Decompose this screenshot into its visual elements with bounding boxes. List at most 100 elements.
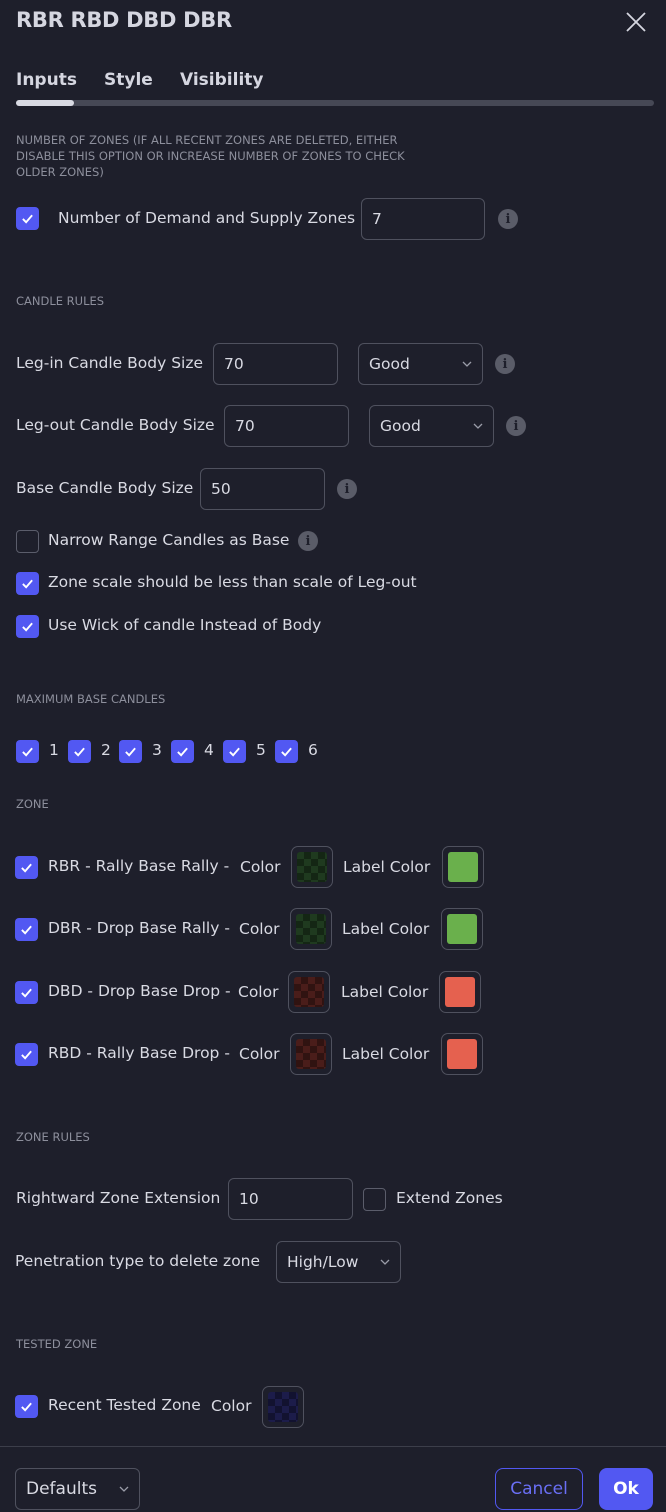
- zone-2-color-label: Color: [238, 983, 279, 1001]
- max-base-candle-1-checkbox[interactable]: [16, 740, 39, 763]
- check-icon: [22, 579, 33, 589]
- max-base-candle-5-checkbox[interactable]: [223, 740, 246, 763]
- zone-2-label-color-swatch[interactable]: [439, 971, 481, 1013]
- chevron-down-icon: [462, 361, 472, 367]
- zone-3-label: RBD - Rally Base Drop -: [48, 1044, 230, 1062]
- max-base-candle-3-checkbox[interactable]: [119, 740, 142, 763]
- check-icon: [177, 747, 188, 757]
- leg-in-select[interactable]: Good: [358, 343, 483, 385]
- check-icon: [21, 1050, 32, 1060]
- info-icon[interactable]: i: [506, 416, 526, 436]
- zone-1-label-color-swatch[interactable]: [441, 908, 483, 950]
- zone-2-checkbox[interactable]: [15, 981, 38, 1004]
- base-label: Base Candle Body Size: [16, 479, 194, 497]
- zone-0-color-label: Color: [240, 858, 281, 876]
- check-icon: [21, 988, 32, 998]
- zone-2-label-color-label: Label Color: [341, 983, 429, 1001]
- chevron-down-icon: [473, 423, 483, 429]
- penetration-select[interactable]: High/Low: [276, 1241, 401, 1283]
- max-base-candle-3-label: 3: [152, 741, 162, 759]
- close-button[interactable]: [624, 10, 648, 34]
- check-icon: [21, 1402, 32, 1412]
- max-base-candle-4-label: 4: [204, 741, 214, 759]
- check-icon: [229, 747, 240, 757]
- section-tested-zone: TESTED ZONE: [16, 1337, 98, 1351]
- zone-1-color-label: Color: [239, 920, 280, 938]
- max-base-candle-1-label: 1: [49, 741, 59, 759]
- zone-extension-label: Rightward Zone Extension: [16, 1189, 221, 1207]
- zone-3-color-swatch[interactable]: [290, 1033, 332, 1075]
- zone-0-checkbox[interactable]: [15, 856, 38, 879]
- leg-out-select-value: Good: [380, 417, 421, 435]
- tested-zone-color-swatch[interactable]: [262, 1386, 304, 1428]
- penetration-select-value: High/Low: [287, 1253, 359, 1271]
- zone-1-color-swatch[interactable]: [290, 908, 332, 950]
- zone-3-color-label: Color: [239, 1045, 280, 1063]
- tested-zone-color-label: Color: [211, 1397, 252, 1415]
- max-base-candle-6-label: 6: [308, 741, 318, 759]
- extend-zones-checkbox[interactable]: [363, 1188, 386, 1211]
- zone-0-label: RBR - Rally Base Rally -: [48, 857, 230, 875]
- check-icon: [22, 214, 33, 224]
- max-base-candle-6-checkbox[interactable]: [275, 740, 298, 763]
- max-base-candle-2-label: 2: [101, 741, 111, 759]
- info-icon[interactable]: i: [298, 531, 318, 551]
- leg-in-select-value: Good: [369, 355, 410, 373]
- zones-count-label: Number of Demand and Supply Zones: [58, 209, 356, 227]
- zone-1-checkbox[interactable]: [15, 918, 38, 941]
- zone-extension-input[interactable]: 10: [228, 1178, 353, 1220]
- zone-3-label-color-fill: [447, 1039, 477, 1069]
- footer-divider: [0, 1446, 666, 1447]
- max-base-candle-5-label: 5: [256, 741, 266, 759]
- chevron-down-icon: [119, 1486, 129, 1492]
- tab-active-indicator: [16, 100, 74, 106]
- chevron-down-icon: [380, 1259, 390, 1265]
- check-icon: [281, 747, 292, 757]
- ok-button[interactable]: Ok: [599, 1468, 653, 1510]
- zone-0-label-color-swatch[interactable]: [442, 846, 484, 888]
- leg-in-input[interactable]: 70: [213, 343, 338, 385]
- section-number-of-zones: NUMBER OF ZONES (IF ALL RECENT ZONES ARE…: [16, 133, 405, 179]
- defaults-dropdown[interactable]: Defaults: [15, 1468, 140, 1510]
- narrow-range-checkbox[interactable]: [16, 530, 39, 553]
- section-zone-rules: ZONE RULES: [16, 1130, 90, 1144]
- zones-count-input[interactable]: 7: [361, 198, 485, 240]
- max-base-candle-4-checkbox[interactable]: [171, 740, 194, 763]
- zone-3-label-color-swatch[interactable]: [441, 1033, 483, 1075]
- check-icon: [22, 622, 33, 632]
- check-icon: [74, 747, 85, 757]
- leg-out-input[interactable]: 70: [224, 405, 349, 447]
- info-icon[interactable]: i: [498, 209, 518, 229]
- zone-3-label-color-label: Label Color: [342, 1045, 430, 1063]
- zone-scale-label: Zone scale should be less than scale of …: [48, 573, 417, 591]
- zone-0-label-color-label: Label Color: [343, 858, 431, 876]
- info-icon[interactable]: i: [495, 354, 515, 374]
- cancel-button[interactable]: Cancel: [495, 1468, 583, 1510]
- zone-2-color-swatch[interactable]: [288, 971, 330, 1013]
- tab-style[interactable]: Style: [104, 70, 153, 90]
- zone-3-color-fill: [296, 1039, 326, 1069]
- max-base-candle-2-checkbox[interactable]: [68, 740, 91, 763]
- check-icon: [21, 925, 32, 935]
- leg-out-label: Leg-out Candle Body Size: [16, 416, 215, 434]
- zone-1-label-color-fill: [447, 914, 477, 944]
- zone-0-color-swatch[interactable]: [291, 846, 333, 888]
- base-input[interactable]: 50: [200, 468, 325, 510]
- zone-3-checkbox[interactable]: [15, 1043, 38, 1066]
- penetration-label: Penetration type to delete zone: [15, 1252, 261, 1270]
- zone-1-label-color-label: Label Color: [342, 920, 430, 938]
- info-icon[interactable]: i: [337, 479, 357, 499]
- leg-out-select[interactable]: Good: [369, 405, 494, 447]
- section-candle-rules: CANDLE RULES: [16, 294, 105, 308]
- leg-in-label: Leg-in Candle Body Size: [16, 354, 204, 372]
- zone-1-color-fill: [296, 914, 326, 944]
- tested-zone-label: Recent Tested Zone: [48, 1396, 201, 1414]
- zone-2-label: DBD - Drop Base Drop -: [48, 982, 231, 1000]
- zone-scale-checkbox[interactable]: [16, 572, 39, 595]
- zones-count-checkbox[interactable]: [16, 207, 39, 230]
- use-wick-checkbox[interactable]: [16, 615, 39, 638]
- close-icon: [626, 12, 646, 32]
- tested-zone-checkbox[interactable]: [15, 1395, 38, 1418]
- tab-inputs[interactable]: Inputs: [16, 70, 77, 90]
- tab-visibility[interactable]: Visibility: [180, 70, 264, 90]
